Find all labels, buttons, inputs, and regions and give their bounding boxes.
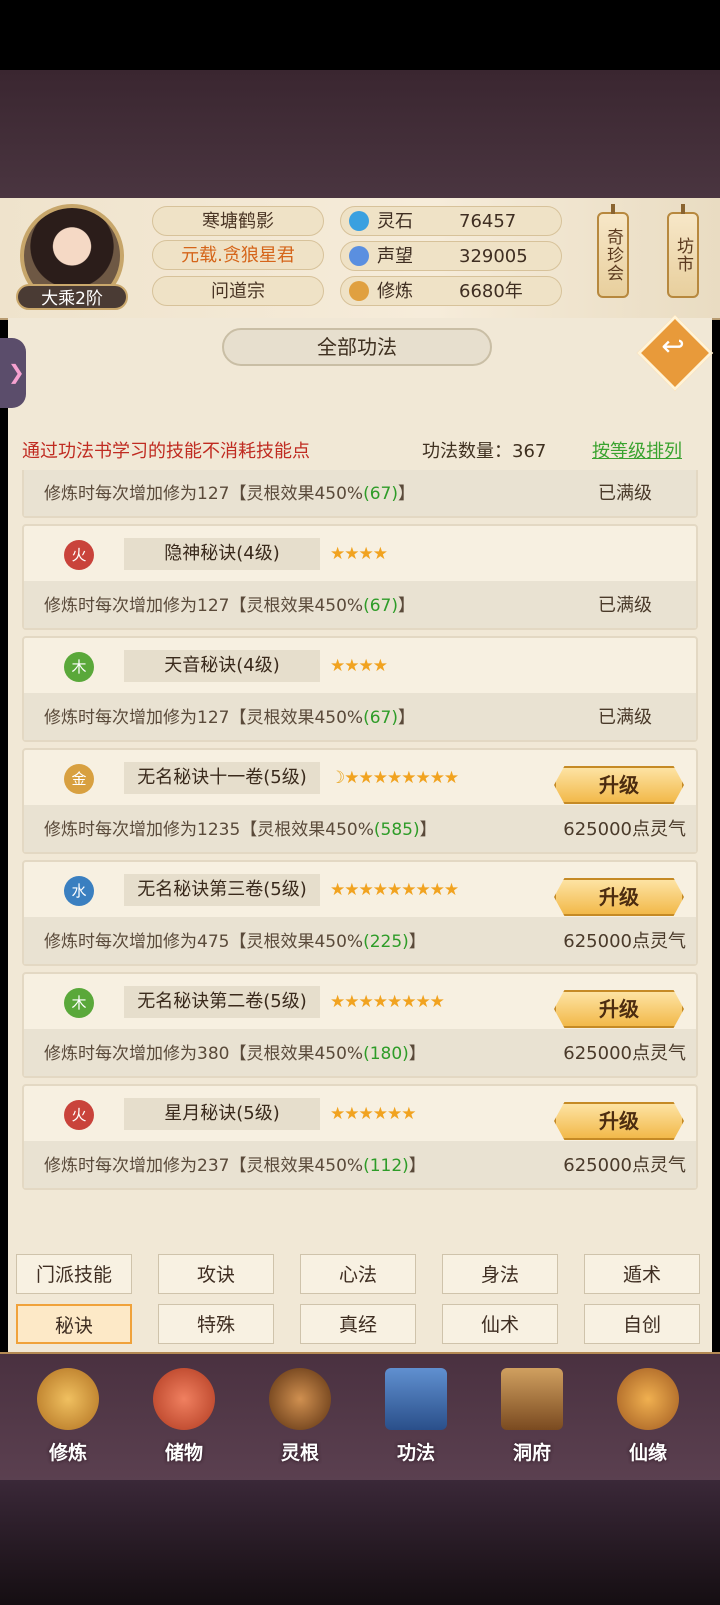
cave-house-icon [501,1368,563,1430]
skill-stars: ☽★★★★★★★★ [330,768,459,788]
back-arrow-icon: ↩ [661,329,685,363]
sort-by-level-link[interactable]: 按等级排列 [592,437,682,463]
tab-scripture[interactable]: 真经 [300,1304,416,1344]
upgrade-button[interactable]: 升级 [554,990,684,1028]
wood-element-icon: 木 [44,652,114,682]
moon-icon: ☽ [330,768,345,788]
skill-name: 天音秘诀(4级) [124,650,320,682]
skill-stars: ★★★★ [330,544,388,564]
tab-mind[interactable]: 心法 [300,1254,416,1294]
fire-element-icon: 火 [44,540,114,570]
meditation-icon [349,281,369,301]
upgrade-cost: 625000点灵气 [563,819,686,840]
tab-body[interactable]: 身法 [442,1254,558,1294]
tab-immortal-art[interactable]: 仙术 [442,1304,558,1344]
reputation-icon [349,246,369,266]
market-button[interactable]: 坊市 [667,204,699,298]
panel-title: 全部功法 [222,328,492,366]
status-bar [0,0,720,70]
upgrade-cost: 625000点灵气 [563,1155,686,1176]
nav-fate[interactable]: 仙缘 [598,1368,698,1476]
nav-storage[interactable]: 储物 [134,1368,234,1476]
skill-stars: ★★★★ [330,656,388,676]
skill-desc: 修炼时每次增加修为127【灵根效果450%(67)】 [44,596,415,616]
max-level-status: 已满级 [598,707,652,728]
skill-card: 金 无名秘诀十一卷(5级) ☽★★★★★★★★ 升级 修炼时每次增加修为1235… [22,748,698,854]
skill-card: 木 无名秘诀第二卷(5级) ★★★★★★★★ 升级 修炼时每次增加修为380【灵… [22,972,698,1078]
skill-card: 火 隐神秘诀(4级) ★★★★ 修炼时每次增加修为127【灵根效果450%(67… [22,524,698,630]
skill-desc: 修炼时每次增加修为380【灵根效果450%(180)】 [44,1044,426,1064]
skill-name: 无名秘诀第二卷(5级) [124,986,320,1018]
tab-escape[interactable]: 遁术 [584,1254,700,1294]
storage-bag-icon [153,1368,215,1430]
spirit-root-icon [269,1368,331,1430]
skill-desc: 修炼时每次增加修为475【灵根效果450%(225)】 [44,932,426,952]
upgrade-button[interactable]: 升级 [554,766,684,804]
skill-desc: 修炼时每次增加修为127【灵根效果450%(67)】 [44,708,415,728]
rank-badge: 大乘2阶 [16,284,128,310]
skill-name: 隐神秘诀(4级) [124,538,320,570]
metal-element-icon: 金 [44,764,114,794]
wood-element-icon: 木 [44,988,114,1018]
resource-cultivation: 修炼 6680年 [340,276,562,306]
max-level-status: 已满级 [598,595,652,616]
skill-card: 水 无名秘诀第三卷(5级) ★★★★★★★★★ 升级 修炼时每次增加修为475【… [22,860,698,966]
skill-book-icon [385,1368,447,1430]
resource-spirit-stone: 灵石 76457 [340,206,562,236]
skill-card: 修炼时每次增加修为127【灵根效果450%(67)】 已满级 [22,470,698,518]
skill-name: 无名秘诀十一卷(5级) [124,762,320,794]
side-drawer-tab[interactable]: ❯ [0,338,26,408]
skill-desc: 修炼时每次增加修为127【灵根效果450%(67)】 [44,484,415,504]
spirit-stone-icon [349,211,369,231]
top-decoration [0,70,720,198]
fire-element-icon: 火 [44,1100,114,1130]
fate-gourd-icon [617,1368,679,1430]
skill-stars: ★★★★★★ [330,1104,416,1124]
skill-stars: ★★★★★★★★★ [330,880,459,900]
water-element-icon: 水 [44,876,114,906]
skill-desc: 修炼时每次增加修为237【灵根效果450%(112)】 [44,1156,426,1176]
player-title[interactable]: 元载.贪狼星君 [152,240,324,270]
upgrade-button[interactable]: 升级 [554,1102,684,1140]
skill-card: 火 星月秘诀(5级) ★★★★★★ 升级 修炼时每次增加修为237【灵根效果45… [22,1084,698,1190]
bottom-nav: 修炼 储物 灵根 功法 洞府 仙缘 [0,1352,720,1482]
nav-spirit-root[interactable]: 灵根 [250,1368,350,1476]
nav-cultivate[interactable]: 修炼 [18,1368,118,1476]
tab-self-created[interactable]: 自创 [584,1304,700,1344]
chevron-right-icon: ❯ [8,360,25,384]
nav-skills[interactable]: 功法 [366,1368,466,1476]
skill-name: 星月秘诀(5级) [124,1098,320,1130]
skill-count: 功法数量：367 [422,441,547,462]
player-name: 寒塘鹤影 [152,206,324,236]
bottom-background [0,1480,720,1605]
upgrade-cost: 625000点灵气 [563,1043,686,1064]
upgrade-button[interactable]: 升级 [554,878,684,916]
resource-reputation: 声望 329005 [340,241,562,271]
tab-sect-skills[interactable]: 门派技能 [16,1254,132,1294]
skill-name: 无名秘诀第三卷(5级) [124,874,320,906]
category-tabs: 门派技能 攻诀 心法 身法 遁术 秘诀 特殊 真经 仙术 自创 [14,1254,706,1344]
treasure-fair-button[interactable]: 奇珍会 [597,204,629,298]
skill-desc: 修炼时每次增加修为1235【灵根效果450%(585)】 [44,820,437,840]
upgrade-cost: 625000点灵气 [563,931,686,952]
skill-stars: ★★★★★★★★ [330,992,445,1012]
tab-attack[interactable]: 攻诀 [158,1254,274,1294]
skill-point-note: 通过功法书学习的技能不消耗技能点 [22,441,310,462]
cultivate-icon [37,1368,99,1430]
player-sect: 问道宗 [152,276,324,306]
skill-list[interactable]: 修炼时每次增加修为127【灵根效果450%(67)】 已满级 火 隐神秘诀(4级… [22,470,698,1216]
tab-secret[interactable]: 秘诀 [16,1304,132,1344]
max-level-status: 已满级 [598,483,652,504]
tab-special[interactable]: 特殊 [158,1304,274,1344]
skill-card: 木 天音秘诀(4级) ★★★★ 修炼时每次增加修为127【灵根效果450%(67… [22,636,698,742]
nav-cave-house[interactable]: 洞府 [482,1368,582,1476]
